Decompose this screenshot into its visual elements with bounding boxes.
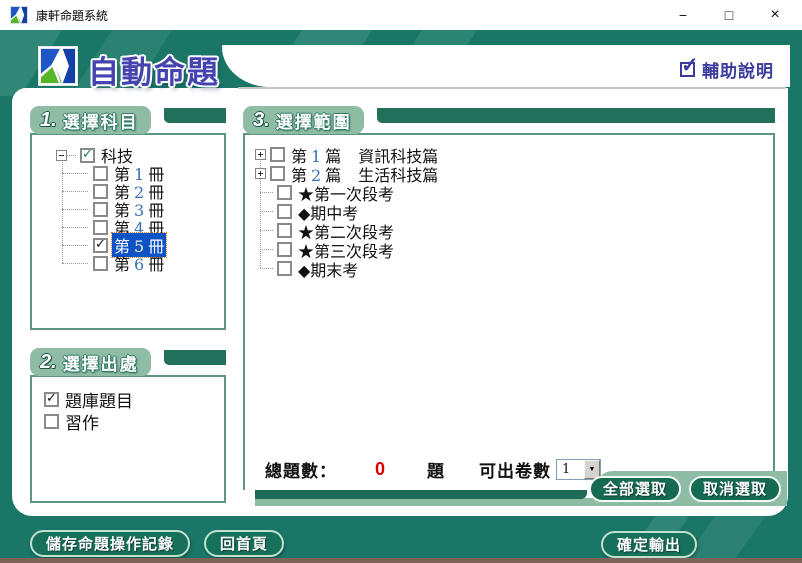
checkbox-unchecked[interactable] (270, 147, 285, 162)
section2-number: 2. (40, 351, 57, 374)
tree-connector (62, 227, 88, 228)
tree-connector (260, 192, 273, 193)
section1-title: 選擇科目 (63, 108, 139, 133)
minimize-icon[interactable]: − (660, 0, 706, 30)
tree-connector (62, 245, 88, 246)
tree-connector (62, 191, 88, 192)
checkbox-unchecked[interactable] (277, 223, 292, 238)
checkbox-unchecked[interactable] (44, 414, 59, 429)
unit-label: 題 (427, 457, 445, 482)
home-button[interactable]: 回首頁 (204, 530, 284, 557)
section3-header: 3. 選擇範圍 (243, 106, 775, 134)
tree-connector (260, 230, 273, 231)
checkbox-unchecked[interactable] (93, 256, 108, 271)
section1-number: 1. (40, 109, 57, 132)
source-item[interactable]: 題庫題目 (44, 389, 224, 409)
confirm-output-button[interactable]: 確定輸出 (601, 531, 697, 558)
subject-children: 第1冊 第2冊 第3冊 第4冊 (56, 164, 224, 272)
subject-tree-box: 科技 第1冊 第2冊 第3 (30, 133, 226, 330)
checkbox-unchecked[interactable] (277, 185, 292, 200)
expand-icon[interactable] (255, 149, 266, 160)
section2-header: 2. 選擇出處 (30, 348, 226, 376)
close-icon[interactable]: × (752, 0, 798, 30)
range-box: 第1篇資訊科技篇 第2篇生活科技篇 ★第一次段考 ◆期中考 (243, 133, 775, 490)
app-logo-icon (38, 46, 78, 86)
page-title: 自動命題 (88, 47, 220, 92)
window-bottom-edge (0, 558, 802, 563)
dropdown-value: 1 (557, 460, 584, 479)
checkbox-unchecked[interactable] (277, 261, 292, 276)
help-check-icon: ✓ (680, 62, 695, 77)
help-label: 輔助說明 (702, 57, 774, 82)
header-divider (238, 87, 786, 89)
section1-header: 1. 選擇科目 (30, 106, 226, 134)
expand-icon[interactable] (255, 168, 266, 179)
source-item[interactable]: 習作 (44, 411, 224, 431)
window-title: 康軒命題系統 (36, 7, 660, 24)
app-window: 康軒命題系統 − □ × 自動命題 ✓ 輔助說明 1. 選擇科目 (0, 0, 802, 563)
tree-connector (62, 173, 88, 174)
total-label: 總題數： (265, 457, 337, 482)
tree-label[interactable]: ◆期末考 (296, 257, 360, 281)
save-record-button[interactable]: 儲存命題操作記錄 (30, 530, 190, 557)
source-label[interactable]: 習作 (65, 409, 99, 434)
section3-title: 選擇範圍 (276, 108, 352, 133)
summary-row: 總題數： 0 題 可出卷數 1 ▼ (265, 457, 601, 482)
tree-row[interactable]: 第6冊 (56, 254, 224, 272)
title-bar: 康軒命題系統 − □ × (0, 0, 802, 30)
section2-title: 選擇出處 (63, 350, 139, 375)
checkbox-checked[interactable] (44, 392, 59, 407)
checkbox-unchecked[interactable] (93, 184, 108, 199)
content-panel: 1. 選擇科目 科技 第1冊 (12, 88, 788, 516)
tree-connector (62, 209, 88, 210)
app-logo-icon (10, 6, 28, 24)
total-count: 0 (375, 459, 385, 480)
tree-row[interactable]: ◆期末考 (255, 259, 773, 278)
tree-label[interactable]: 第6冊 (112, 251, 166, 275)
checkbox-unchecked[interactable] (277, 242, 292, 257)
checkbox-checked[interactable] (93, 238, 108, 253)
checkbox-checked[interactable] (80, 148, 95, 163)
checkbox-unchecked[interactable] (93, 202, 108, 217)
papers-label: 可出卷數 (479, 457, 551, 482)
checkbox-unchecked[interactable] (93, 166, 108, 181)
checkbox-unchecked[interactable] (270, 166, 285, 181)
tree-connector (62, 263, 88, 264)
section3-number: 3. (253, 109, 270, 132)
maximize-icon[interactable]: □ (706, 0, 752, 30)
divider-bar-dark (255, 490, 587, 499)
source-box: 題庫題目 習作 (30, 375, 226, 503)
select-all-button[interactable]: 全部選取 (589, 476, 681, 502)
range-tree: 第1篇資訊科技篇 第2篇生活科技篇 ★第一次段考 ◆期中考 (245, 135, 773, 278)
tree-connector (67, 155, 76, 156)
checkbox-unchecked[interactable] (277, 204, 292, 219)
checkbox-unchecked[interactable] (93, 220, 108, 235)
collapse-icon[interactable] (56, 150, 67, 161)
tree-connector (260, 211, 273, 212)
subject-tree: 科技 第1冊 第2冊 第3 (32, 135, 224, 272)
paper-count-dropdown[interactable]: 1 ▼ (556, 459, 601, 480)
deselect-button[interactable]: 取消選取 (689, 476, 781, 502)
tree-connector (260, 249, 273, 250)
help-link[interactable]: ✓ 輔助說明 (680, 57, 774, 82)
tree-connector (260, 268, 273, 269)
selection-button-area: 全部選取 取消選取 (595, 471, 787, 506)
